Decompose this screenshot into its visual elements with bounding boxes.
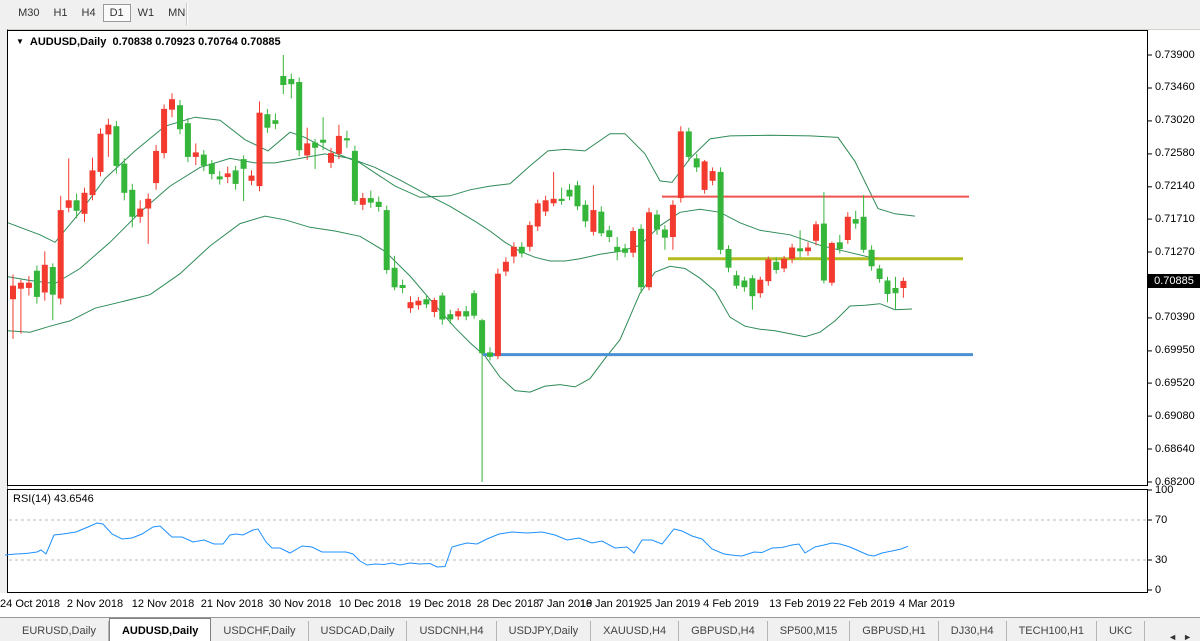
timeframe-button-d1[interactable]: D1	[103, 4, 131, 22]
chart-ohlc-values: 0.70838 0.70923 0.70764 0.70885	[112, 36, 280, 48]
date-axis-label: 10 Dec 2018	[339, 598, 401, 610]
chart-tab-dj30-h4[interactable]: DJ30,H4	[939, 621, 1007, 641]
chart-tab-usdjpy-daily[interactable]: USDJPY,Daily	[497, 621, 592, 641]
chart-tab-usdcad-daily[interactable]: USDCAD,Daily	[309, 621, 408, 641]
date-axis-label: 25 Jan 2019	[640, 598, 701, 610]
price-axis-label: 0.71270	[1155, 246, 1200, 258]
timeframe-button-w1[interactable]: W1	[131, 4, 162, 22]
rsi-indicator-label: RSI(14) 43.6546	[13, 493, 94, 505]
chart-tab-xauusd-h4[interactable]: XAUUSD,H4	[591, 621, 679, 641]
chart-tab-gbpusd-h1[interactable]: GBPUSD,H1	[850, 621, 939, 641]
chart-tab-sp500-m15[interactable]: SP500,M15	[768, 621, 850, 641]
date-axis-label: 4 Mar 2019	[899, 598, 955, 610]
price-axis-label: 0.73900	[1155, 49, 1200, 61]
rsi-axis-label: 70	[1155, 514, 1167, 526]
date-axis-label: 30 Nov 2018	[269, 598, 331, 610]
rsi-indicator-pane[interactable]	[7, 489, 1148, 593]
price-axis-label: 0.69950	[1155, 344, 1200, 356]
mt4-window: M30H1H4D1W1MN ▼ AUDUSD,Daily 0.70838 0.70…	[0, 0, 1200, 641]
date-axis-label: 19 Dec 2018	[409, 598, 471, 610]
price-axis-label: 0.73460	[1155, 81, 1200, 93]
rsi-axis-label: 0	[1155, 584, 1161, 596]
rsi-name: RSI(14)	[13, 493, 51, 505]
date-axis-label: 22 Feb 2019	[833, 598, 895, 610]
date-axis-label: 28 Dec 2018	[477, 598, 539, 610]
date-axis-label: 12 Nov 2018	[132, 598, 194, 610]
chart-tab-gbpusd-h4[interactable]: GBPUSD,H4	[679, 621, 768, 641]
timeframe-button-h4[interactable]: H4	[75, 4, 103, 22]
chart-tab-audusd-daily[interactable]: AUDUSD,Daily	[109, 618, 211, 641]
current-price-box: 0.70885	[1148, 274, 1200, 288]
rsi-axis-label: 30	[1155, 554, 1167, 566]
chart-tab-bar: EURUSD,DailyAUDUSD,DailyUSDCHF,DailyUSDC…	[0, 617, 1200, 641]
date-axis-label: 2 Nov 2018	[67, 598, 123, 610]
timeframe-button-h1[interactable]: H1	[46, 4, 74, 22]
chart-tab-ukc[interactable]: UKC	[1097, 621, 1145, 641]
rsi-axis-label: 100	[1155, 484, 1173, 496]
price-axis-label: 0.73020	[1155, 114, 1200, 126]
chart-tab-eurusd-daily[interactable]: EURUSD,Daily	[10, 621, 109, 641]
symbol-dropdown-icon[interactable]: ▼	[16, 37, 24, 46]
date-axis-label: 16 Jan 2019	[580, 598, 641, 610]
price-axis-label: 0.69080	[1155, 410, 1200, 422]
chart-symbol-label: AUDUSD,Daily	[30, 36, 106, 48]
rsi-current-value: 43.6546	[54, 493, 94, 505]
date-axis-label: 21 Nov 2018	[201, 598, 263, 610]
chart-tab-usdchf-daily[interactable]: USDCHF,Daily	[211, 621, 308, 641]
price-axis-label: 0.70390	[1155, 311, 1200, 323]
date-axis-label: 24 Oct 2018	[0, 598, 60, 610]
toolbar-separator	[186, 3, 188, 25]
date-axis-label: 4 Feb 2019	[703, 598, 759, 610]
timeframe-toolbar: M30H1H4D1W1MN	[0, 0, 1200, 30]
price-axis-label: 0.72140	[1155, 180, 1200, 192]
chart-title: ▼ AUDUSD,Daily 0.70838 0.70923 0.70764 0.…	[16, 36, 281, 48]
price-axis-label: 0.71710	[1155, 213, 1200, 225]
tab-scroll-left-icon[interactable]: ◄	[1168, 632, 1177, 641]
price-chart-pane[interactable]	[7, 30, 1148, 486]
chart-tab-tech100-h1[interactable]: TECH100,H1	[1007, 621, 1097, 641]
timeframe-button-m30[interactable]: M30	[11, 4, 46, 22]
date-axis-label: 13 Feb 2019	[769, 598, 831, 610]
tab-scroll-controls: ◄ ►	[1160, 632, 1200, 641]
price-axis-label: 0.69520	[1155, 377, 1200, 389]
price-axis-label: 0.72580	[1155, 147, 1200, 159]
tab-scroll-right-icon[interactable]: ►	[1183, 632, 1192, 641]
price-axis-label: 0.68640	[1155, 443, 1200, 455]
chart-tab-usdcnh-h4[interactable]: USDCNH,H4	[407, 621, 496, 641]
